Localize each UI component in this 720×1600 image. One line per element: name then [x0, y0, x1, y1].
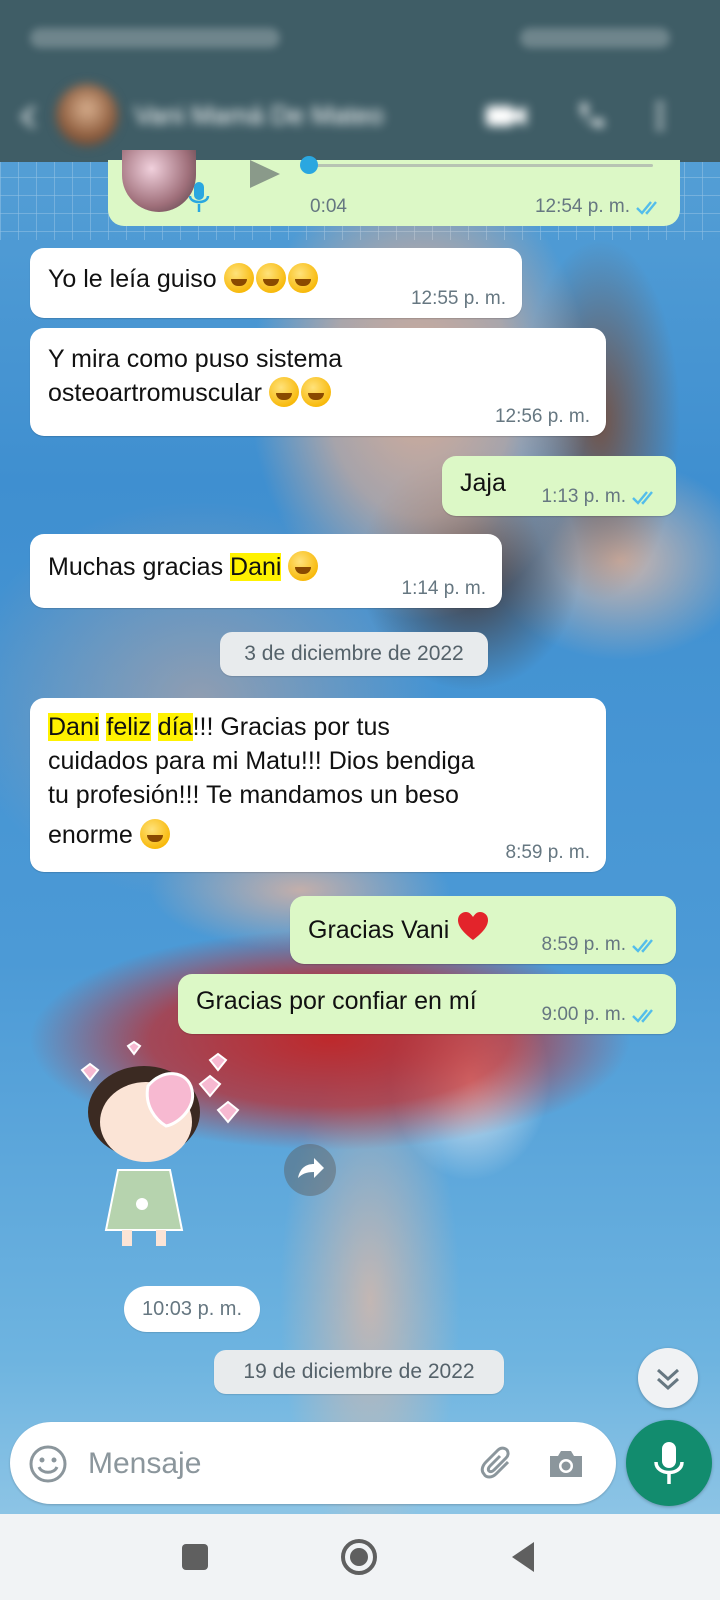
back-icon[interactable]: [500, 1534, 546, 1580]
message-line: osteoartromuscular: [48, 379, 262, 407]
message-line: tu profesión!!! Te mandamos un beso: [48, 781, 459, 809]
message-time: 8:59 p. m.: [542, 934, 661, 956]
time-label: 9:00 p. m.: [541, 1004, 627, 1025]
forward-button[interactable]: [284, 1144, 336, 1196]
home-icon[interactable]: [336, 1534, 382, 1580]
rofl-emoji-icon: [255, 263, 286, 293]
message-text: Jaja: [460, 469, 506, 497]
status-bar: [0, 0, 720, 76]
voice-note-seek-handle[interactable]: [300, 156, 318, 174]
message-line: cuidados para mi Matu!!! Dios bendiga: [48, 747, 475, 775]
joy-emoji-icon: [268, 377, 299, 407]
video-call-icon[interactable]: [484, 100, 528, 132]
red-heart-icon: [458, 912, 489, 940]
double-chevron-down-icon: [656, 1368, 680, 1391]
date-separator: 19 de diciembre de 2022: [214, 1350, 504, 1394]
mic-icon: [188, 182, 210, 212]
message-text: Dani feliz día!!! Gracias por tus cuidad…: [48, 710, 475, 852]
incoming-message[interactable]: Y mira como puso sistema osteoartromuscu…: [30, 328, 606, 436]
attach-icon[interactable]: [478, 1444, 518, 1484]
message-text: Yo le leía guiso: [48, 262, 320, 296]
chat-header: Vani Mamá De Mateo: [0, 76, 720, 162]
time-label: 1:13 p. m.: [541, 486, 627, 507]
contact-avatar[interactable]: [56, 84, 118, 146]
incoming-message[interactable]: Muchas gracias Dani 1:14 p. m.: [30, 534, 502, 608]
read-ticks-icon: [632, 491, 653, 505]
contact-name[interactable]: Vani Mamá De Mateo: [134, 100, 454, 130]
status-icons-blurred: [520, 28, 670, 48]
voice-record-button[interactable]: [626, 1420, 712, 1506]
incoming-message[interactable]: Yo le leía guiso 12:55 p. m.: [30, 248, 522, 318]
message-time: 9:00 p. m.: [542, 1004, 661, 1026]
mic-icon: [654, 1442, 684, 1484]
back-arrow-icon[interactable]: [14, 102, 44, 132]
time-label: 12:54 p. m.: [534, 196, 630, 217]
message-line: !!! Gracias por tus: [192, 713, 390, 741]
message-line: enorme: [48, 821, 133, 849]
more-options-icon[interactable]: [654, 100, 666, 132]
message-body: Gracias Vani: [308, 916, 450, 944]
scroll-to-bottom-button[interactable]: [638, 1348, 698, 1408]
message-body: Muchas gracias: [48, 553, 231, 581]
emoji-icon[interactable]: [28, 1444, 68, 1484]
message-time: 12:55 p. m.: [410, 288, 506, 309]
message-text: Y mira como puso sistema osteoartromuscu…: [48, 342, 342, 410]
camera-icon[interactable]: [546, 1444, 586, 1484]
system-navigation-bar: [0, 1514, 720, 1600]
message-time: 8:59 p. m.: [505, 842, 591, 863]
voice-note-bubble[interactable]: 0:04 12:54 p. m.: [108, 150, 680, 226]
rofl-emoji-icon: [223, 263, 254, 293]
incoming-message[interactable]: Dani feliz día!!! Gracias por tus cuidad…: [30, 698, 606, 872]
highlighted-word: Dani: [230, 553, 282, 581]
joy-emoji-icon: [300, 377, 331, 407]
message-text: Gracias por confiar en mí: [196, 987, 477, 1015]
rofl-emoji-icon: [287, 263, 318, 293]
message-time: 12:56 p. m.: [494, 406, 590, 427]
highlighted-word: Dani: [48, 713, 100, 741]
highlighted-word: feliz: [106, 713, 151, 741]
read-ticks-icon: [632, 1009, 653, 1023]
message-input[interactable]: [86, 1438, 470, 1490]
message-body: Yo le leía guiso: [48, 265, 217, 293]
highlighted-word: día: [157, 713, 193, 741]
kiss-emoji-icon: [288, 551, 319, 581]
girl-sticker[interactable]: [70, 1040, 250, 1260]
read-ticks-icon: [636, 201, 657, 215]
message-time: 12:54 p. m.: [535, 196, 664, 218]
voice-note-progress-track[interactable]: [308, 164, 653, 167]
kiss-emoji-icon: [139, 819, 170, 849]
message-time: 1:13 p. m.: [542, 486, 661, 508]
status-time-blurred: [30, 28, 280, 48]
play-icon[interactable]: [244, 160, 284, 188]
outgoing-message[interactable]: Gracias Vani 8:59 p. m.: [290, 896, 676, 964]
recents-icon[interactable]: [172, 1534, 218, 1580]
message-text: Muchas gracias Dani: [48, 550, 320, 584]
outgoing-message[interactable]: Gracias por confiar en mí 9:00 p. m.: [178, 974, 676, 1034]
forward-icon: [298, 1158, 324, 1178]
voice-note-avatar: [122, 150, 196, 212]
sticker-time: 10:03 p. m.: [124, 1286, 260, 1332]
message-time: 1:14 p. m.: [401, 578, 487, 599]
message-composer: [10, 1422, 616, 1504]
read-ticks-icon: [632, 939, 653, 953]
date-separator: 3 de diciembre de 2022: [220, 632, 488, 676]
message-text: Gracias Vani: [308, 910, 490, 947]
time-label: 8:59 p. m.: [541, 934, 627, 955]
outgoing-message[interactable]: Jaja 1:13 p. m.: [442, 456, 676, 516]
voice-call-icon[interactable]: [572, 100, 608, 132]
voice-note-duration: 0:04: [310, 196, 347, 217]
message-line: Y mira como puso sistema: [48, 345, 343, 373]
